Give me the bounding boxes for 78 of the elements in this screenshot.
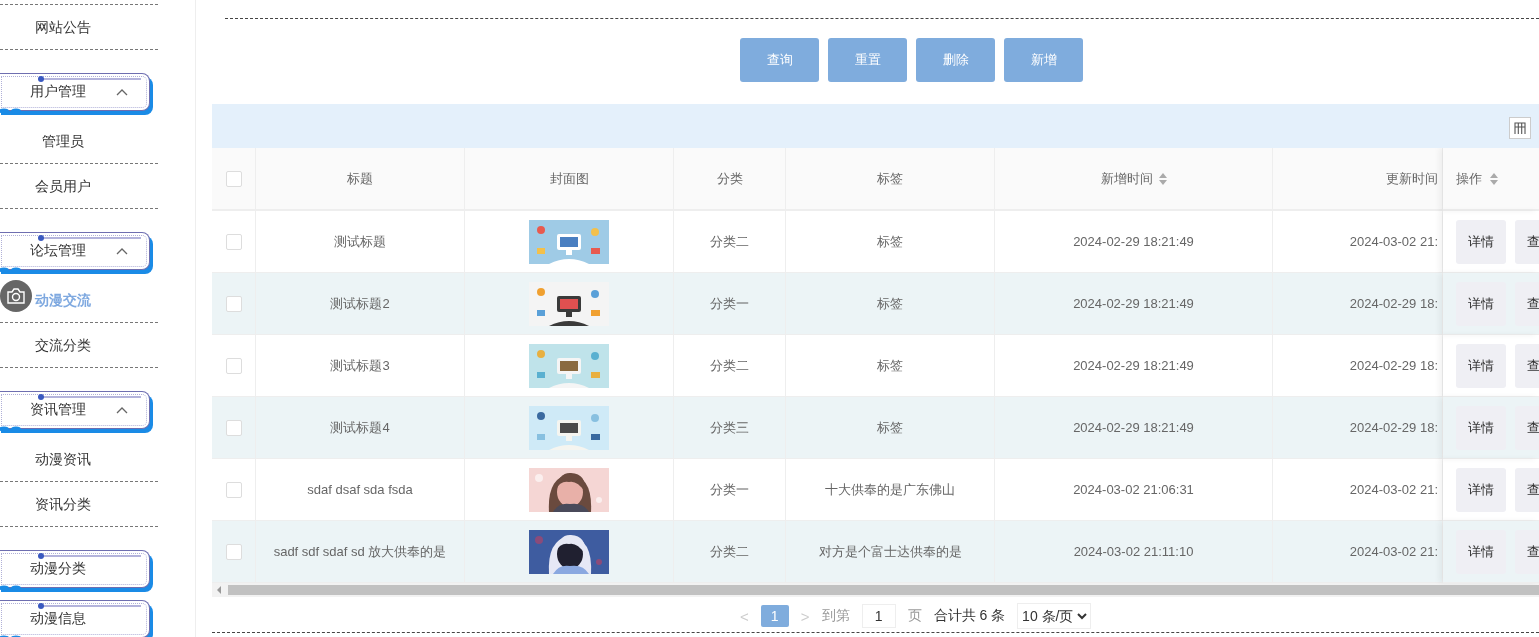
checkbox[interactable] xyxy=(225,170,242,187)
action-button[interactable]: 查 xyxy=(1515,405,1539,450)
table-cell: 测试标题 xyxy=(334,232,386,251)
horizontal-scrollbar[interactable] xyxy=(212,583,1539,597)
dots-icon xyxy=(0,426,22,432)
column-header: 封面图 xyxy=(549,169,589,188)
table-cell: 标签 xyxy=(877,294,903,313)
dots-icon xyxy=(0,267,22,273)
action-button[interactable]: 详情 xyxy=(1456,529,1506,574)
table-cell: 测试标题3 xyxy=(330,356,390,375)
page-size-select[interactable]: 10 条/页 xyxy=(1017,603,1092,629)
action-button[interactable]: 查 xyxy=(1515,219,1539,264)
action-button[interactable]: 详情 xyxy=(1456,405,1506,450)
checkbox[interactable] xyxy=(225,481,242,498)
sort-icon[interactable] xyxy=(1158,172,1167,185)
sidebar-item[interactable]: 网站公告 xyxy=(35,19,91,35)
action-button[interactable]: 查 xyxy=(1515,343,1539,388)
table-cell: 标签 xyxy=(877,418,903,437)
column-header: 标签 xyxy=(877,169,903,188)
table-cell: sdaf dsaf sda fsda xyxy=(307,482,413,497)
table-cell: 2024-03-02 21: xyxy=(1349,544,1438,559)
table-cell: 2024-03-02 21:11:10 xyxy=(1073,544,1194,559)
action-button[interactable]: 详情 xyxy=(1456,343,1506,388)
action-button[interactable]: 查 xyxy=(1515,529,1539,574)
action-button[interactable]: 详情 xyxy=(1456,219,1506,264)
table-cell: 2024-02-29 18:21:49 xyxy=(1073,234,1194,249)
table-cell: 2024-02-29 18:21:49 xyxy=(1073,296,1194,311)
table-cell: 2024-02-29 18: xyxy=(1349,296,1438,311)
table-cell: 2024-03-02 21: xyxy=(1349,234,1438,249)
page-number-field[interactable]: 1 xyxy=(861,604,896,628)
table-cell: 2024-03-02 21: xyxy=(1349,482,1438,497)
table-cell: 十大供奉的是广东佛山 xyxy=(825,480,955,499)
checkbox[interactable] xyxy=(225,357,242,374)
sidebar-item[interactable]: 交流分类 xyxy=(35,337,91,353)
table-cell: 2024-02-29 18:21:49 xyxy=(1073,358,1194,373)
table-cell: 分类一 xyxy=(710,294,749,313)
action-button[interactable]: 详情 xyxy=(1456,467,1506,512)
column-header: 分类 xyxy=(716,169,743,188)
column-header[interactable]: 操作 xyxy=(1456,169,1482,188)
checkbox[interactable] xyxy=(225,419,242,436)
action-button[interactable]: 查 xyxy=(1515,467,1539,512)
sidebar-item[interactable]: 动漫资讯 xyxy=(35,451,91,467)
sidebar-item[interactable]: 管理员 xyxy=(42,133,84,149)
page-unit-label: 页 xyxy=(907,607,922,625)
action-button[interactable]: 查 xyxy=(1515,281,1539,326)
checkbox[interactable] xyxy=(225,295,242,312)
table-cell: 分类二 xyxy=(710,232,749,251)
column-header: 更新时间 xyxy=(1386,169,1438,188)
column-header[interactable]: 新增时间 xyxy=(1100,169,1153,188)
checkbox[interactable] xyxy=(225,233,242,250)
table-cell: 分类一 xyxy=(710,480,749,499)
table-cell: 2024-02-29 18: xyxy=(1349,420,1438,435)
action-button[interactable]: 详情 xyxy=(1456,281,1506,326)
table-cell: 分类二 xyxy=(710,356,749,375)
sidebar-item[interactable]: 会员用户 xyxy=(35,178,91,194)
table-cell: 对方是个富士达供奉的是 xyxy=(818,542,962,561)
camera-icon[interactable] xyxy=(0,280,32,312)
table-cell: 2024-02-29 18: xyxy=(1349,358,1438,373)
table-cell: sadf sdf sdaf sd 放大供奉的是 xyxy=(273,542,447,561)
table-cell: 2024-03-02 21:06:31 xyxy=(1073,482,1194,497)
sidebar-item[interactable]: 资讯分类 xyxy=(35,496,91,512)
menu-group-header[interactable]: 动漫信息 xyxy=(0,600,150,637)
column-settings-icon[interactable] xyxy=(1509,117,1531,139)
column-header: 标题 xyxy=(347,169,373,188)
table-cell: 标签 xyxy=(877,356,903,375)
table-cell: 分类二 xyxy=(710,542,749,561)
scroll-left-icon[interactable] xyxy=(216,586,222,594)
sort-icon[interactable] xyxy=(1490,172,1498,185)
table-cell: 测试标题4 xyxy=(330,418,390,437)
checkbox[interactable] xyxy=(225,543,242,560)
table-cell: 测试标题2 xyxy=(330,294,390,313)
table-cell: 标签 xyxy=(877,232,903,251)
table-cell: 2024-02-29 18:21:49 xyxy=(1073,420,1194,435)
goto-label: 到第 xyxy=(821,607,850,625)
table-cell: 分类三 xyxy=(710,418,749,437)
dots-icon xyxy=(0,108,22,114)
dots-icon xyxy=(0,585,22,591)
total-count: 合计共 6 条 xyxy=(933,607,1006,625)
